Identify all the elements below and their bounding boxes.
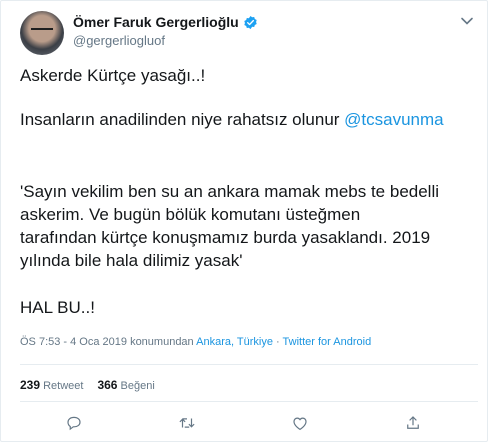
tweet-text-line2: Insanların anadilinden niye rahatsız olu… [20, 109, 480, 131]
quote-line-4: yılında bile hala dilimiz yasak' [20, 251, 243, 270]
author-name[interactable]: Ömer Faruk Gergerlioğlu [73, 14, 239, 30]
action-bar [1, 413, 490, 433]
like-count: 366 [97, 378, 118, 392]
mention-link[interactable]: @tcsavunma [344, 110, 443, 129]
divider-bottom [20, 401, 478, 402]
tweet-stats: 239 Retweet 366 Beğeni [20, 378, 155, 392]
like-icon [293, 417, 307, 431]
author-handle[interactable]: @gergerliogluof [73, 33, 258, 48]
like-button[interactable] [290, 413, 310, 433]
like-label: Beğeni [120, 380, 155, 392]
author-name-row: Ömer Faruk Gergerlioğlu [73, 14, 258, 30]
chevron-down-icon[interactable] [460, 16, 474, 26]
reply-icon [67, 416, 81, 431]
retweet-button[interactable] [177, 413, 197, 433]
verified-icon [244, 15, 257, 29]
tweet-source-link[interactable]: Twitter for Android [283, 336, 372, 348]
share-button[interactable] [403, 413, 423, 433]
share-icon [407, 416, 419, 429]
retweet-stat[interactable]: 239 Retweet [20, 378, 83, 392]
avatar[interactable] [20, 11, 64, 55]
tweet-location-link[interactable]: Ankara, Türkiye [196, 336, 273, 348]
reply-button[interactable] [64, 413, 84, 433]
retweet-count: 239 [20, 378, 41, 392]
tweet-timestamp[interactable]: ÖS 7:53 - 4 Oca 2019 konumundan [20, 336, 194, 348]
avatar-glasses [31, 28, 53, 35]
tweet-card: Ömer Faruk Gergerlioğlu @gergerliogluof … [0, 0, 488, 442]
like-stat[interactable]: 366 Beğeni [97, 378, 154, 392]
retweet-label: Retweet [43, 380, 84, 392]
tweet-text-line2-body: Insanların anadilinden niye rahatsız olu… [20, 110, 340, 129]
tweet-closing: HAL BU..! [20, 298, 95, 317]
quote-line-1: 'Sayın vekilim ben su an ankara mamak me… [20, 182, 440, 201]
meta-separator: · [272, 336, 283, 348]
divider-top [20, 364, 478, 365]
tweet-meta: ÖS 7:53 - 4 Oca 2019 konumundan Ankara, … [20, 336, 371, 348]
quote-line-3: tarafından kürtçe konuşmamız burda yasak… [20, 228, 431, 247]
retweet-icon [179, 418, 195, 428]
quote-line-2: askerim. Ve bugün bölük komutanı üsteğme… [20, 205, 361, 224]
tweet-text-line1: Askerde Kürtçe yasağı..! [20, 66, 206, 85]
author-block: Ömer Faruk Gergerlioğlu @gergerliogluof [73, 14, 258, 48]
